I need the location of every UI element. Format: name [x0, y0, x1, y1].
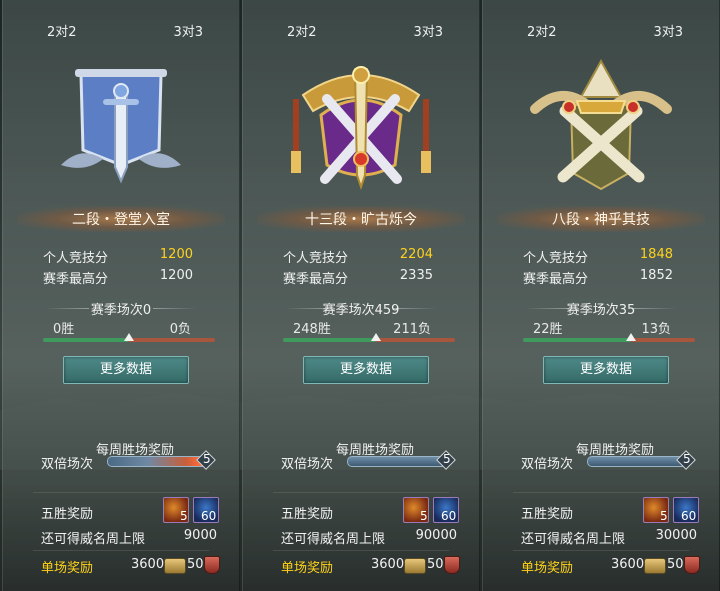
- reward-coin-value: 3600: [371, 557, 405, 572]
- divider: [513, 550, 689, 551]
- personal-score-label: 个人竞技分: [523, 251, 589, 266]
- single-reward-label: 单场奖励: [41, 561, 94, 576]
- loss-count: 13负: [641, 322, 671, 337]
- double-matches-count: 5: [683, 452, 691, 466]
- mode-tabs: 2对2 3对3: [3, 18, 239, 44]
- season-high-label: 赛季最高分: [43, 272, 109, 287]
- rank-title: 十三段・旷古烁今: [305, 212, 417, 228]
- win-loss-ratio-bar: [523, 333, 695, 342]
- double-matches-label: 双倍场次: [521, 457, 574, 472]
- double-matches-bar: [587, 456, 689, 467]
- ratio-marker: [626, 333, 637, 341]
- more-data-button[interactable]: 更多数据: [543, 356, 669, 384]
- fame-cap-label: 还可得威名周上限: [281, 532, 386, 547]
- rank-panel-2v2: 2对2 3对3 二段・登堂入室 个人竞技分 1200 赛季最高分 1200 赛季…: [2, 0, 240, 591]
- loss-count: 0负: [169, 322, 191, 337]
- win-count: 0胜: [53, 322, 75, 337]
- season-high-label: 赛季最高分: [283, 272, 349, 287]
- tab-3v3[interactable]: 3对3: [173, 21, 203, 40]
- tab-2v2[interactable]: 2对2: [527, 21, 557, 40]
- win-fill: [283, 338, 376, 342]
- tab-2v2[interactable]: 2对2: [287, 21, 317, 40]
- shield-icon: [444, 556, 460, 574]
- coin-icon: [644, 558, 666, 574]
- tab-3v3[interactable]: 3对3: [653, 21, 683, 40]
- divider: [273, 492, 449, 493]
- silver-sword-banner-emblem: [61, 69, 181, 184]
- win-count: 248胜: [293, 322, 331, 337]
- tab-2v2[interactable]: 2对2: [47, 21, 77, 40]
- personal-score-label: 个人竞技分: [283, 251, 349, 266]
- personal-score-value: 1848: [639, 247, 673, 262]
- reward-shield-value: 50: [187, 557, 204, 572]
- season-matches: 赛季场次35: [566, 303, 636, 318]
- gem-count: 60: [681, 509, 697, 523]
- ratio-marker: [124, 333, 134, 341]
- divider: [273, 550, 449, 551]
- mode-tabs: 2对2 3对3: [483, 18, 719, 44]
- more-data-button[interactable]: 更多数据: [303, 356, 429, 384]
- season-high-value: 2335: [399, 268, 433, 283]
- tab-3v3[interactable]: 3对3: [413, 21, 443, 40]
- fame-cap-value: 30000: [655, 528, 697, 543]
- chest-count: 5: [180, 509, 188, 523]
- five-win-reward-label: 五胜奖励: [41, 507, 94, 522]
- season-matches: 赛季场次0: [90, 303, 152, 318]
- win-count: 22胜: [533, 322, 563, 337]
- rank-title: 八段・神乎其技: [552, 212, 650, 228]
- divider: [33, 550, 209, 551]
- fame-cap-value: 9000: [183, 528, 217, 543]
- divider: [33, 492, 209, 493]
- double-matches-count: 5: [203, 452, 211, 466]
- rank-title: 二段・登堂入室: [72, 212, 170, 228]
- chest-count: 5: [660, 509, 668, 523]
- ratio-marker: [370, 333, 381, 341]
- double-matches-bar: [347, 456, 449, 467]
- shield-icon: [684, 556, 700, 574]
- divider: [513, 492, 689, 493]
- double-matches-label: 双倍场次: [41, 457, 94, 472]
- win-loss-ratio-bar: [283, 333, 455, 342]
- season-high-label: 赛季最高分: [523, 272, 589, 287]
- reward-shield-value: 50: [667, 557, 684, 572]
- reward-coin-value: 3600: [611, 557, 645, 572]
- season-high-value: 1200: [159, 268, 193, 283]
- coin-icon: [164, 558, 186, 574]
- five-win-reward-label: 五胜奖励: [521, 507, 574, 522]
- reward-coin-value: 3600: [131, 557, 165, 572]
- season-matches: 赛季场次459: [322, 303, 400, 318]
- fame-cap-label: 还可得威名周上限: [41, 532, 146, 547]
- coin-icon: [404, 558, 426, 574]
- mode-tabs: 2对2 3对3: [243, 18, 479, 44]
- win-fill: [43, 338, 129, 342]
- double-matches-bar: [107, 456, 209, 467]
- shield-icon: [204, 556, 220, 574]
- rank-panel-middle: 2对2 3对3 十三段・旷古烁今 个人竞技分 2204 赛季最高分 2335 赛…: [242, 0, 480, 591]
- personal-score-value: 2204: [399, 247, 433, 262]
- double-matches-label: 双倍场次: [281, 457, 334, 472]
- rank-panel-right: 2对2 3对3 八段・神乎其技 个人竞技分 1848 赛季最高分 1852 赛季…: [482, 0, 720, 591]
- five-win-reward-label: 五胜奖励: [281, 507, 334, 522]
- gem-count: 60: [201, 509, 217, 523]
- personal-score-label: 个人竞技分: [43, 251, 109, 266]
- golden-crowned-crossed-swords-emblem: [291, 66, 431, 191]
- personal-score-value: 1200: [159, 247, 193, 262]
- gold-crossed-swords-emblem: [530, 58, 672, 191]
- single-reward-label: 单场奖励: [521, 561, 574, 576]
- gem-count: 60: [441, 509, 457, 523]
- chest-count: 5: [420, 509, 428, 523]
- reward-shield-value: 50: [427, 557, 444, 572]
- win-fill: [523, 338, 632, 342]
- fame-cap-value: 90000: [415, 528, 457, 543]
- fame-cap-label: 还可得威名周上限: [521, 532, 626, 547]
- more-data-button[interactable]: 更多数据: [63, 356, 189, 384]
- single-reward-label: 单场奖励: [281, 561, 334, 576]
- win-loss-ratio-bar: [43, 333, 215, 342]
- season-high-value: 1852: [639, 268, 673, 283]
- double-matches-count: 5: [443, 452, 451, 466]
- loss-count: 211负: [393, 322, 431, 337]
